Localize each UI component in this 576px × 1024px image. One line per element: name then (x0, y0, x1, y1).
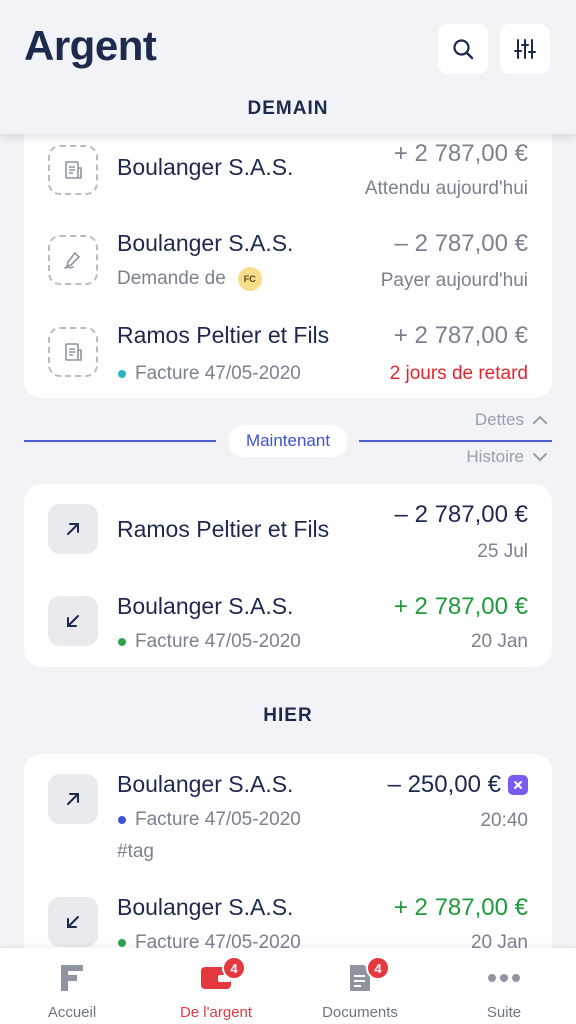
upcoming-card: Boulanger S.A.S. + 2 787,00 € Attendu au… (24, 110, 552, 398)
status-dot (118, 638, 126, 646)
nav-item-accueil[interactable]: Accueil (0, 948, 144, 1024)
nav-item-suite[interactable]: Suite (432, 948, 576, 1024)
timeline-divider (24, 440, 216, 442)
sliders-icon (514, 39, 536, 59)
invoice-reference: Facture 47/05-2020 (135, 631, 301, 652)
section-header-yesterday: HIER (263, 705, 313, 726)
arrow-down-left-icon (48, 897, 98, 947)
bottom-nav: Accueil 4 De l'argent 4 Documents Suite (0, 948, 576, 1024)
signature-icon (48, 235, 98, 285)
yesterday-card: Boulanger S.A.S. Facture 47/05-2020 #tag… (24, 754, 552, 974)
section-header-tomorrow: DEMAIN (247, 98, 329, 119)
transaction-status: Payer aujourd'hui (380, 270, 528, 291)
transaction-row[interactable]: Boulanger S.A.S. Demande de FC – 2 787,0… (24, 224, 552, 314)
now-marker: Maintenant (228, 425, 348, 457)
app-header: Argent DEMAIN (0, 0, 576, 134)
arrow-up-right-icon (48, 774, 98, 824)
transaction-date: 25 Jul (477, 541, 528, 562)
dettes-label: Dettes (474, 410, 524, 429)
transaction-subtitle: Demande de FC (117, 267, 262, 291)
status-dot (118, 370, 126, 378)
close-badge-icon (508, 775, 528, 795)
invoice-reference: Facture 47/05-2020 (135, 363, 301, 384)
arrow-down-left-icon (48, 596, 98, 646)
transaction-name: Boulanger S.A.S. (117, 230, 294, 256)
notification-badge: 4 (222, 956, 246, 980)
transaction-subtitle: Facture 47/05-2020 (117, 631, 301, 653)
invoice-icon (48, 327, 98, 377)
toggle-histoire[interactable]: Histoire (466, 447, 548, 467)
search-button[interactable] (438, 24, 488, 74)
toggle-dettes[interactable]: Dettes (475, 410, 548, 430)
transaction-row[interactable]: Boulanger S.A.S. Facture 47/05-2020 #tag… (24, 771, 552, 884)
transaction-row[interactable]: Ramos Peltier et Fils – 2 787,00 € 25 Ju… (24, 501, 552, 594)
amount-value: – 250,00 € (387, 771, 501, 798)
nav-label: De l'argent (179, 1004, 253, 1021)
avatar: FC (237, 267, 262, 291)
nav-label: Suite (486, 1004, 522, 1021)
transaction-status: Attendu aujourd'hui (364, 178, 528, 199)
transaction-amount: – 2 787,00 € (394, 230, 528, 257)
transaction-time: 20:40 (480, 810, 528, 831)
transaction-row[interactable]: Boulanger S.A.S. Facture 47/05-2020 + 2 … (24, 593, 552, 667)
transaction-subtitle: Facture 47/05-2020 (117, 809, 301, 831)
status-dot (118, 816, 126, 824)
transaction-status: 2 jours de retard (389, 363, 528, 384)
page-title: Argent (24, 22, 157, 69)
transaction-amount: + 2 787,00 € (393, 322, 528, 349)
transaction-subtitle: Facture 47/05-2020 (117, 363, 301, 385)
transaction-amount: + 2 787,00 € (393, 593, 528, 620)
transaction-amount: – 250,00 € (388, 771, 528, 799)
transaction-date: 20 Jan (470, 631, 528, 652)
arrow-up-right-icon (48, 504, 98, 554)
transaction-row[interactable]: Ramos Peltier et Fils Facture 47/05-2020… (24, 316, 552, 398)
transaction-name: Ramos Peltier et Fils (117, 516, 330, 542)
nav-label: Documents (322, 1004, 398, 1021)
histoire-label: Histoire (466, 447, 524, 466)
transaction-row[interactable]: Boulanger S.A.S. + 2 787,00 € Attendu au… (24, 132, 552, 222)
transaction-name: Ramos Peltier et Fils (117, 322, 330, 348)
transaction-name: Boulanger S.A.S. (117, 593, 294, 619)
request-label: Demande de (117, 268, 226, 289)
transaction-amount: + 2 787,00 € (393, 140, 528, 167)
transaction-tag[interactable]: #tag (117, 841, 154, 863)
transaction-amount: – 2 787,00 € (394, 501, 528, 528)
home-logo-icon (54, 962, 90, 994)
transaction-name: Boulanger S.A.S. (117, 154, 294, 180)
chevron-up-icon (533, 415, 547, 424)
notification-badge: 4 (366, 956, 390, 980)
nav-label: Accueil (47, 1004, 97, 1021)
invoice-icon (48, 145, 98, 195)
nav-item-argent[interactable]: 4 De l'argent (144, 948, 288, 1024)
filter-button[interactable] (500, 24, 550, 74)
invoice-reference: Facture 47/05-2020 (135, 809, 301, 830)
search-icon (453, 39, 474, 60)
more-icon (486, 962, 522, 994)
transaction-name: Boulanger S.A.S. (117, 771, 294, 797)
timeline-divider (359, 440, 552, 442)
recent-card: Ramos Peltier et Fils – 2 787,00 € 25 Ju… (24, 484, 552, 667)
nav-item-documents[interactable]: 4 Documents (288, 948, 432, 1024)
chevron-down-icon (533, 453, 547, 462)
transaction-amount: + 2 787,00 € (393, 894, 528, 921)
transaction-name: Boulanger S.A.S. (117, 894, 294, 920)
status-dot (118, 939, 126, 947)
